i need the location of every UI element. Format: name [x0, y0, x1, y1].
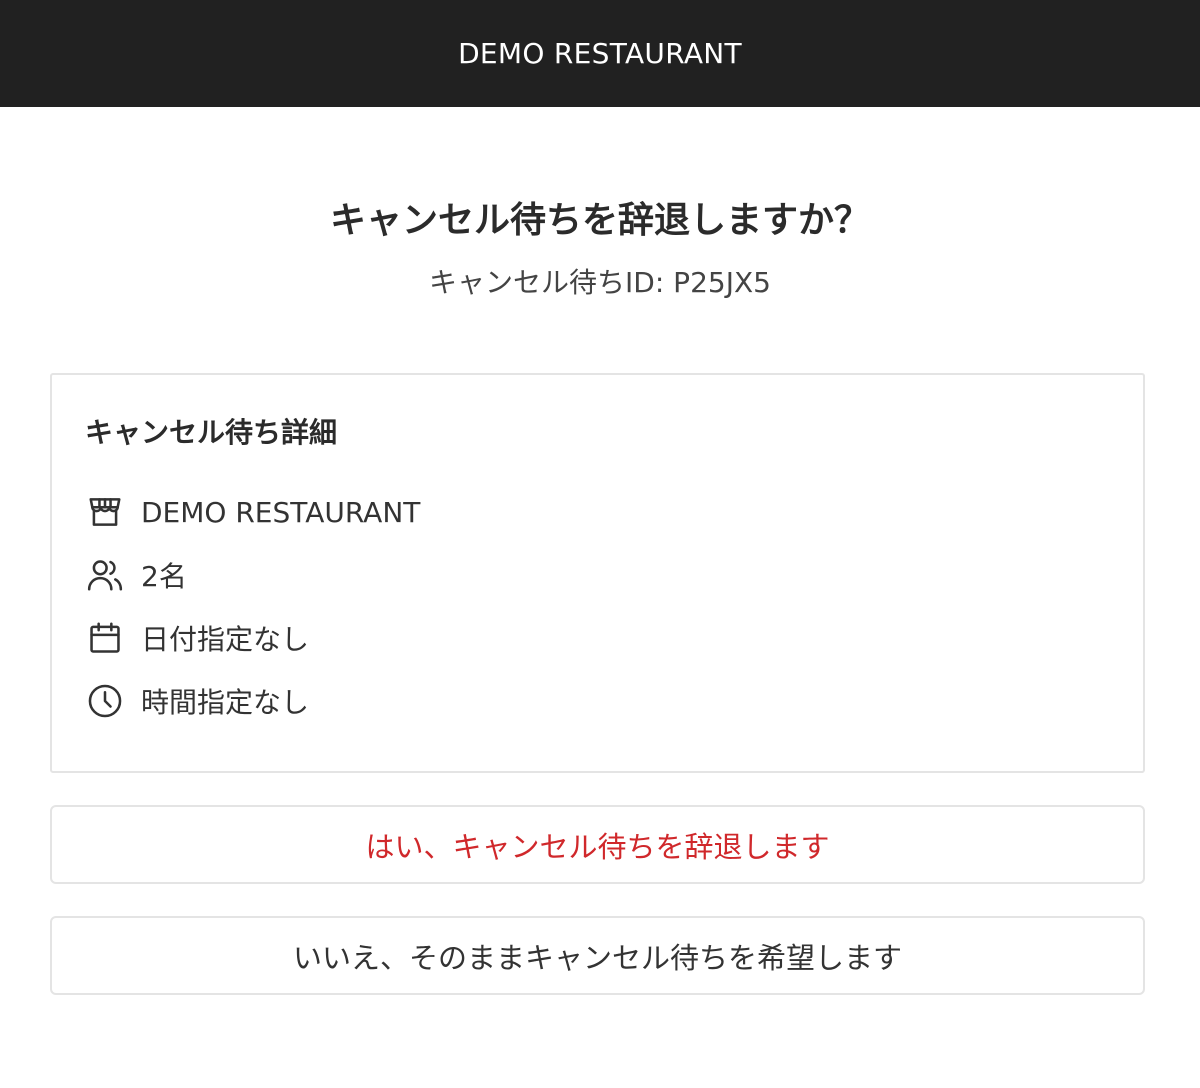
calendar-icon: [85, 618, 125, 658]
detail-restaurant-label: DEMO RESTAURANT: [141, 495, 421, 529]
detail-date: 日付指定なし: [85, 616, 309, 660]
detail-time-label: 時間指定なし: [141, 686, 310, 719]
detail-restaurant: DEMO RESTAURANT: [85, 490, 420, 534]
restaurant-name-header: DEMO RESTAURANT: [458, 37, 742, 70]
page-title: キャンセル待ちを辞退しますか？: [329, 200, 870, 241]
detail-time: 時間指定なし: [85, 679, 309, 723]
store-icon: [85, 492, 125, 532]
people-icon: [85, 555, 125, 595]
clock-icon: [85, 681, 125, 721]
decline-waitlist-button[interactable]: はい、キャンセル待ちを辞退します: [50, 805, 1145, 884]
keep-waitlist-button[interactable]: いいえ、そのままキャンセル待ちを希望します: [50, 916, 1145, 995]
waitlist-id: キャンセル待ちID: P25JX5: [429, 266, 771, 299]
details-title: キャンセル待ち詳細: [85, 416, 338, 449]
detail-party-size-label: 2名: [141, 560, 187, 593]
detail-party-size: 2名: [85, 553, 187, 597]
detail-date-label: 日付指定なし: [141, 623, 310, 656]
waitlist-details-card: キャンセル待ち詳細 DEMO RESTAURANT 2名 日付指定なし 時間指定…: [50, 373, 1145, 773]
app-header: DEMO RESTAURANT: [0, 0, 1200, 107]
